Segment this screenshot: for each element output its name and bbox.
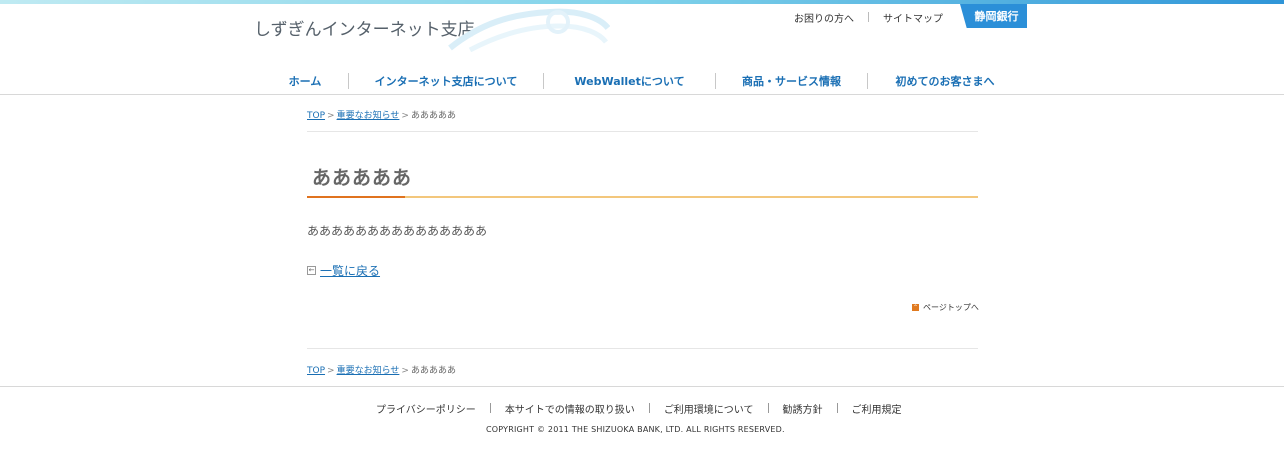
breadcrumb-top-link[interactable]: TOP — [307, 366, 325, 376]
nav-first-time[interactable]: 初めてのお客さまへ — [868, 73, 1022, 89]
shizuoka-bank-button[interactable]: 静岡銀行 — [960, 4, 1027, 28]
top-gradient-bar — [0, 0, 1284, 4]
back-to-list-link[interactable]: 一覧に戻る — [320, 262, 380, 279]
breadcrumb-bottom: TOP > 重要なお知らせ > あああああ — [307, 363, 456, 376]
sitemap-link[interactable]: サイトマップ — [869, 10, 957, 25]
help-link[interactable]: お困りの方へ — [780, 10, 868, 25]
back-to-list: ← 一覧に戻る — [307, 262, 380, 279]
footer-environment-link[interactable]: ご利用環境について — [650, 401, 768, 416]
arrow-left-icon: ← — [307, 266, 316, 275]
global-nav: ホーム インターネット支店について WebWalletについて 商品・サービス情… — [262, 72, 1022, 90]
nav-home[interactable]: ホーム — [262, 73, 348, 89]
nav-about-branch[interactable]: インターネット支店について — [349, 73, 543, 89]
footer-info-handling-link[interactable]: 本サイトでの情報の取り扱い — [491, 401, 649, 416]
breadcrumb-top-link[interactable]: TOP — [307, 111, 325, 121]
page-top-link[interactable]: ページトップへ — [923, 302, 979, 313]
arrow-up-icon: ⌃ — [912, 304, 919, 311]
footer-privacy-link[interactable]: プライバシーポリシー — [362, 401, 490, 416]
breadcrumb-parent-link[interactable]: 重要なお知らせ — [337, 366, 400, 376]
bottom-divider — [307, 348, 978, 349]
footer-terms-link[interactable]: ご利用規定 — [838, 401, 916, 416]
title-underline — [307, 196, 978, 198]
footer-nav: プライバシーポリシー 本サイトでの情報の取り扱い ご利用環境について 勧誘方針 … — [362, 401, 916, 416]
nav-webwallet[interactable]: WebWalletについて — [544, 73, 715, 89]
page-title: あああああ — [312, 167, 413, 189]
breadcrumb-current: あああああ — [410, 366, 456, 376]
nav-products[interactable]: 商品・サービス情報 — [716, 73, 867, 89]
copyright: COPYRIGHT © 2011 THE SHIZUOKA BANK, LTD.… — [486, 425, 785, 434]
breadcrumb-current: あああああ — [410, 111, 456, 121]
article-body: あああああああああああああああ — [307, 224, 488, 238]
breadcrumb: TOP > 重要なお知らせ > あああああ — [307, 108, 456, 121]
utility-links: お困りの方へ サイトマップ — [780, 10, 957, 25]
wave-decoration-icon — [448, 8, 610, 52]
footer-divider — [0, 386, 1284, 387]
breadcrumb-separator: > — [327, 366, 335, 376]
breadcrumb-separator: > — [327, 111, 335, 121]
breadcrumb-parent-link[interactable]: 重要なお知らせ — [337, 111, 400, 121]
breadcrumb-divider — [307, 131, 978, 132]
breadcrumb-separator: > — [401, 111, 409, 121]
nav-divider — [0, 94, 1284, 95]
title-underline-accent — [307, 196, 405, 198]
page-top[interactable]: ⌃ ページトップへ — [912, 302, 979, 313]
breadcrumb-separator: > — [401, 366, 409, 376]
footer-solicitation-link[interactable]: 勧誘方針 — [769, 401, 837, 416]
